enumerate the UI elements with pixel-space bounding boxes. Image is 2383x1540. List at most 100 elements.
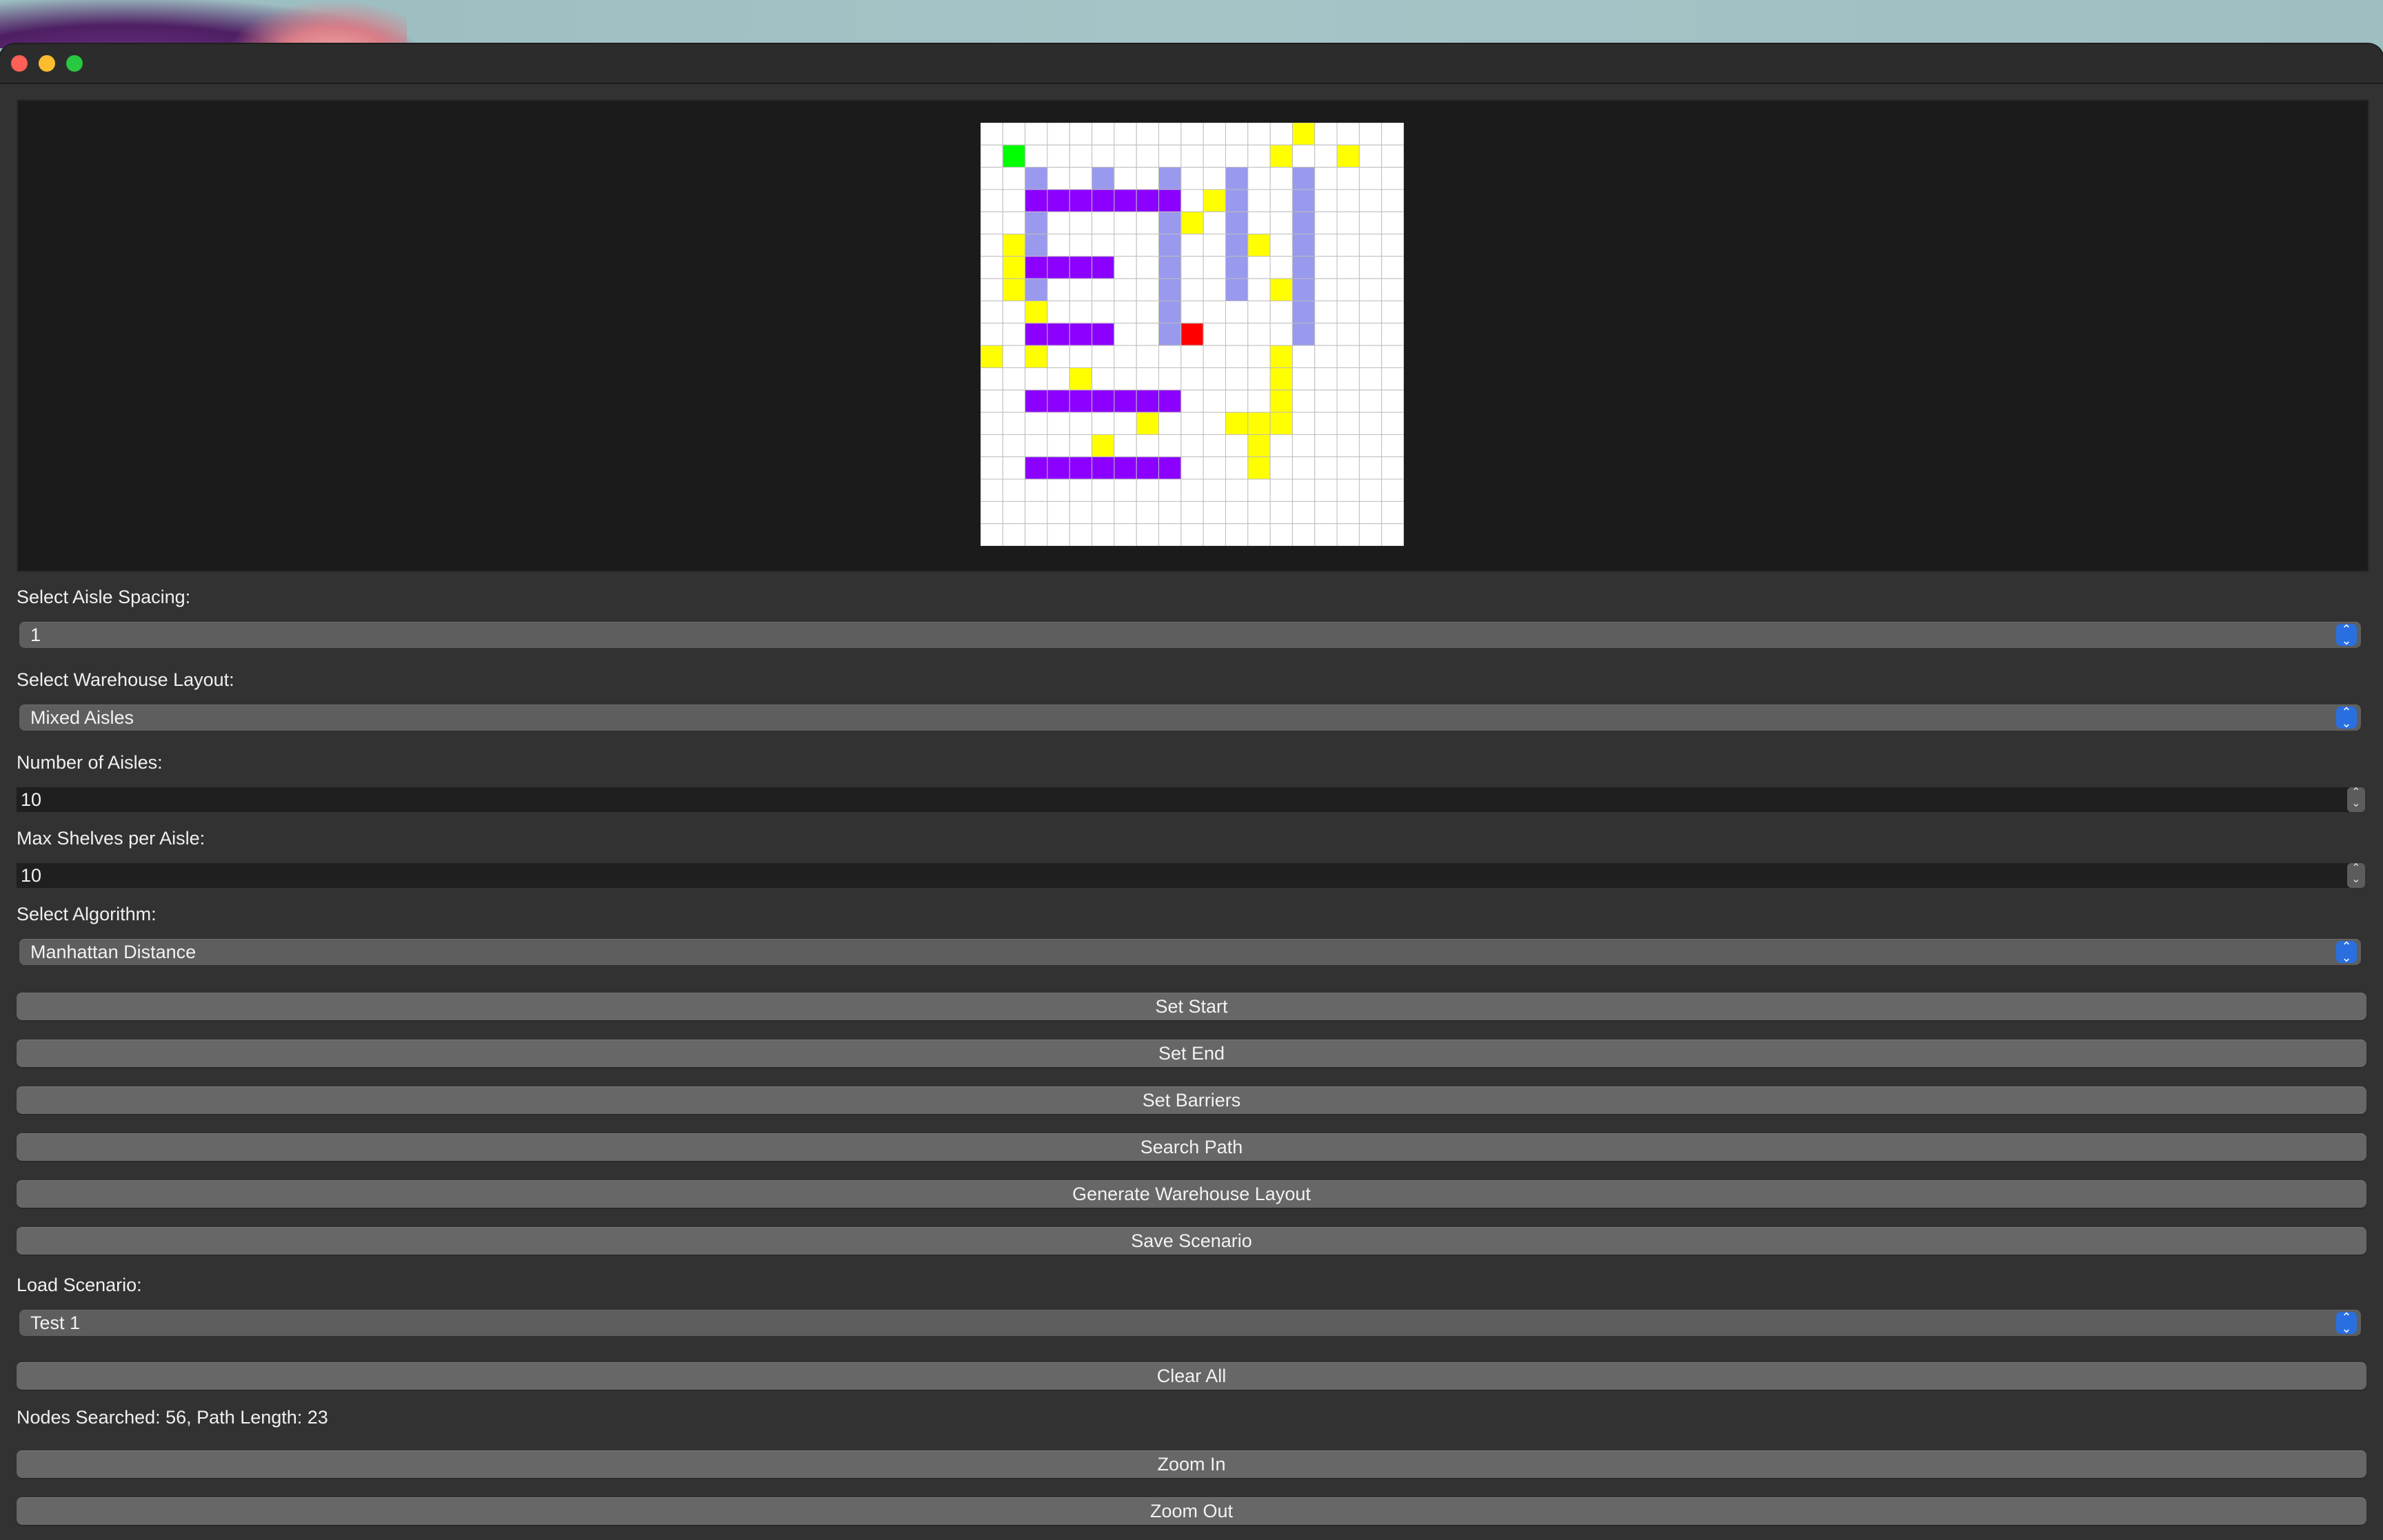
grid-cell-searched[interactable] <box>1203 189 1226 212</box>
grid-cell-empty[interactable] <box>1025 123 1048 145</box>
grid-cell-empty[interactable] <box>1002 189 1026 212</box>
grid-cell-empty[interactable] <box>1269 256 1293 279</box>
grid-cell-empty[interactable] <box>1069 278 1093 302</box>
grid-cell-empty[interactable] <box>1336 323 1360 346</box>
grid-cell-empty[interactable] <box>1358 456 1382 480</box>
grid-cell-empty[interactable] <box>1092 500 1115 525</box>
grid-cell-empty[interactable] <box>1047 500 1070 525</box>
grid-cell-empty[interactable] <box>1025 144 1048 168</box>
grid-cell-empty[interactable] <box>1336 478 1360 502</box>
grid-cell-aisle[interactable] <box>1025 167 1048 190</box>
grid-cell-empty[interactable] <box>1203 523 1226 546</box>
grid-cell-empty[interactable] <box>1269 478 1293 502</box>
grid-cell-aisle[interactable] <box>1225 167 1249 190</box>
grid-cell-empty[interactable] <box>1002 123 1026 145</box>
grid-cell-aisle[interactable] <box>1225 189 1249 212</box>
grid-cell-empty[interactable] <box>1358 500 1382 525</box>
grid-cell-empty[interactable] <box>1291 456 1316 480</box>
grid-cell-empty[interactable] <box>1092 234 1115 257</box>
grid-cell-empty[interactable] <box>1203 478 1226 502</box>
grid-cell-empty[interactable] <box>1247 256 1271 279</box>
grid-cell-empty[interactable] <box>1225 389 1249 413</box>
grid-cell-empty[interactable] <box>1291 389 1316 413</box>
grid-cell-empty[interactable] <box>1381 167 1404 190</box>
grid-cell-empty[interactable] <box>1314 500 1338 525</box>
grid-cell-empty[interactable] <box>981 500 1003 525</box>
grid-cell-empty[interactable] <box>1180 167 1204 190</box>
grid-cell-empty[interactable] <box>1092 367 1115 391</box>
grid-cell-empty[interactable] <box>1381 123 1404 145</box>
grid-cell-empty[interactable] <box>981 278 1003 302</box>
grid-cell-searched[interactable] <box>1247 412 1271 435</box>
grid-cell-empty[interactable] <box>981 367 1003 391</box>
grid-cell-empty[interactable] <box>1358 256 1382 279</box>
grid-cell-shelf[interactable] <box>1025 323 1048 346</box>
grid-cell-empty[interactable] <box>1136 144 1160 168</box>
grid-cell-empty[interactable] <box>1047 367 1070 391</box>
window-maximize-button[interactable] <box>66 55 83 72</box>
window-close-button[interactable] <box>11 55 28 72</box>
grid-cell-empty[interactable] <box>1025 412 1048 435</box>
grid-cell-empty[interactable] <box>1203 167 1226 190</box>
grid-cell-empty[interactable] <box>1269 167 1293 190</box>
grid-cell-empty[interactable] <box>1203 234 1226 257</box>
grid-cell-empty[interactable] <box>1069 345 1093 368</box>
grid-cell-empty[interactable] <box>1358 301 1382 324</box>
grid-cell-empty[interactable] <box>1136 367 1160 391</box>
save-scenario-button[interactable]: Save Scenario <box>17 1227 2366 1255</box>
grid-cell-empty[interactable] <box>1225 456 1249 480</box>
grid-cell-empty[interactable] <box>1225 323 1249 346</box>
grid-cell-shelf[interactable] <box>1047 456 1070 480</box>
grid-cell-empty[interactable] <box>1025 523 1048 546</box>
grid-cell-empty[interactable] <box>1180 523 1204 546</box>
grid-cell-empty[interactable] <box>1025 500 1048 525</box>
grid-cell-empty[interactable] <box>1136 434 1160 458</box>
grid-cell-empty[interactable] <box>981 478 1003 502</box>
grid-cell-empty[interactable] <box>1314 345 1338 368</box>
grid-cell-aisle[interactable] <box>1158 301 1182 324</box>
grid-cell-empty[interactable] <box>1336 412 1360 435</box>
grid-cell-empty[interactable] <box>1336 456 1360 480</box>
grid-cell-empty[interactable] <box>1314 367 1338 391</box>
grid-cell-empty[interactable] <box>1358 211 1382 235</box>
grid-cell-empty[interactable] <box>1358 434 1382 458</box>
grid-cell-empty[interactable] <box>1047 478 1070 502</box>
grid-cell-empty[interactable] <box>1336 123 1360 145</box>
grid-cell-aisle[interactable] <box>1291 323 1316 346</box>
grid-cell-empty[interactable] <box>1114 278 1137 302</box>
grid-cell-empty[interactable] <box>1381 434 1404 458</box>
algorithm-select[interactable]: Manhattan Distance ⌃ ⌄ <box>19 939 2361 965</box>
grid-cell-empty[interactable] <box>981 412 1003 435</box>
grid-cell-empty[interactable] <box>1269 434 1293 458</box>
grid-cell-empty[interactable] <box>1381 144 1404 168</box>
grid-cell-searched[interactable] <box>1225 412 1249 435</box>
grid-cell-aisle[interactable] <box>1291 256 1316 279</box>
grid-cell-searched[interactable] <box>1291 123 1316 145</box>
grid-cell-empty[interactable] <box>1381 345 1404 368</box>
grid-cell-empty[interactable] <box>1247 144 1271 168</box>
grid-cell-empty[interactable] <box>1247 189 1271 212</box>
grid-cell-empty[interactable] <box>1358 345 1382 368</box>
grid-cell-searched[interactable] <box>1025 345 1048 368</box>
grid-cell-empty[interactable] <box>1047 412 1070 435</box>
grid-cell-empty[interactable] <box>1092 211 1115 235</box>
grid-cell-empty[interactable] <box>1269 323 1293 346</box>
grid-cell-empty[interactable] <box>1247 278 1271 302</box>
grid-cell-empty[interactable] <box>1158 367 1182 391</box>
num-aisles-spinbox[interactable]: 10 ⌃ ⌄ <box>17 787 2365 812</box>
grid-cell-empty[interactable] <box>1047 345 1070 368</box>
grid-cell-empty[interactable] <box>1047 523 1070 546</box>
grid-cell-empty[interactable] <box>1114 323 1137 346</box>
grid-cell-empty[interactable] <box>1247 523 1271 546</box>
grid-cell-empty[interactable] <box>1269 500 1293 525</box>
grid-cell-empty[interactable] <box>1381 456 1404 480</box>
grid-cell-empty[interactable] <box>1180 434 1204 458</box>
grid-cell-empty[interactable] <box>1358 412 1382 435</box>
grid-cell-empty[interactable] <box>1180 123 1204 145</box>
grid-cell-searched[interactable] <box>1269 144 1293 168</box>
grid-cell-shelf[interactable] <box>1069 323 1093 346</box>
grid-cell-empty[interactable] <box>1203 301 1226 324</box>
grid-cell-empty[interactable] <box>1180 345 1204 368</box>
grid-cell-empty[interactable] <box>1002 389 1026 413</box>
grid-cell-searched[interactable] <box>1247 434 1271 458</box>
